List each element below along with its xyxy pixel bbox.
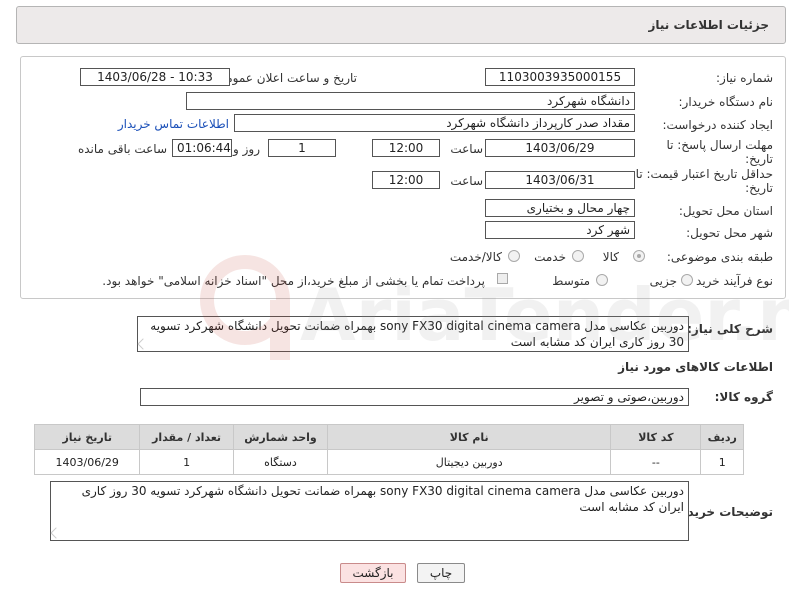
col-name: نام کالا <box>327 424 612 450</box>
description-text: دوربین عکاسی مدل sony FX30 digital cinem… <box>150 319 684 349</box>
category-goods-service-label: کالا/خدمت <box>449 250 502 264</box>
goods-table: ردیف کد کالا نام کالا واحد شمارش تعداد /… <box>33 424 744 475</box>
treasury-payment-checkbox[interactable] <box>497 273 508 284</box>
back-button[interactable]: بازگشت <box>340 563 406 583</box>
deadline-label: مهلت ارسال پاسخ: تا <box>666 138 773 152</box>
buyer-notes-textarea[interactable]: دوربین عکاسی مدل sony FX30 digital cinem… <box>50 481 689 541</box>
cell-qty: 1 <box>139 449 234 475</box>
cell-row: 1 <box>700 449 744 475</box>
remaining-label: ساعت باقی مانده <box>77 142 167 156</box>
days-remaining-field[interactable]: 1 <box>268 139 336 157</box>
deadline-time-label: ساعت <box>450 142 483 156</box>
col-qty: تعداد / مقدار <box>139 424 234 450</box>
cell-date: 1403/06/29 <box>33 449 141 475</box>
goods-group-label: گروه کالا: <box>714 390 773 404</box>
announce-label: تاریخ و ساعت اعلان عمومی: <box>212 71 357 85</box>
province-field[interactable]: چهار محال و بختیاری <box>485 199 635 217</box>
validity-date-label: تاریخ: <box>745 181 773 195</box>
goods-table-header: ردیف کد کالا نام کالا واحد شمارش تعداد /… <box>33 424 744 450</box>
description-textarea[interactable]: دوربین عکاسی مدل sony FX30 digital cinem… <box>137 316 689 352</box>
page-header: جزئیات اطلاعات نیاز <box>16 6 786 44</box>
process-medium-radio[interactable] <box>596 274 608 286</box>
buyer-org-field[interactable]: دانشگاه شهرکرد <box>186 92 635 110</box>
buyer-org-label: نام دستگاه خریدار: <box>678 95 774 109</box>
deadline-time-field[interactable]: 12:00 <box>372 139 440 157</box>
cell-unit: دستگاه <box>232 449 329 475</box>
days-label: روز و <box>233 142 260 156</box>
deadline-date-label: تاریخ: <box>745 152 773 166</box>
category-service-radio[interactable] <box>572 250 584 262</box>
validity-time-label: ساعت <box>450 174 483 188</box>
col-code: کد کالا <box>610 424 702 450</box>
buyer-notes-text: دوربین عکاسی مدل sony FX30 digital cinem… <box>81 484 684 514</box>
col-row: ردیف <box>700 424 744 450</box>
process-medium-label: متوسط <box>552 274 590 288</box>
requester-field[interactable]: مقداد صدر کارپرداز دانشگاه شهرکرد <box>234 114 635 132</box>
category-goods-radio[interactable] <box>633 250 645 262</box>
goods-table-wrap: ردیف کد کالا نام کالا واحد شمارش تعداد /… <box>33 424 744 475</box>
remaining-time-field[interactable]: 01:06:44 <box>172 139 232 157</box>
description-label: شرح کلی نیاز: <box>687 322 773 336</box>
category-goods-service-radio[interactable] <box>508 250 520 262</box>
goods-group-field[interactable]: دوربین،صوتی و تصویر <box>140 388 689 406</box>
process-minor-label: جزیی <box>649 274 677 288</box>
table-row[interactable]: 1 -- دوربین دیجیتال دستگاه 1 1403/06/29 <box>33 449 744 475</box>
print-button[interactable]: چاپ <box>417 563 465 583</box>
validity-time-field[interactable]: 12:00 <box>372 171 440 189</box>
buyer-contact-link[interactable]: اطلاعات تماس خریدار <box>118 117 229 131</box>
deadline-date-field[interactable]: 1403/06/29 <box>485 139 635 157</box>
col-unit: واحد شمارش <box>232 424 329 450</box>
cell-code: -- <box>610 449 702 475</box>
announce-datetime-field[interactable]: 1403/06/28 - 10:33 <box>80 68 230 86</box>
validity-label: حداقل تاریخ اعتبار قیمت: تا <box>635 167 773 181</box>
treasury-payment-note: پرداخت تمام یا بخشی از مبلغ خرید،از محل … <box>102 274 485 288</box>
col-date: تاریخ نیاز <box>33 424 141 450</box>
category-goods-label: کالا <box>602 250 619 264</box>
validity-date-field[interactable]: 1403/06/31 <box>485 171 635 189</box>
city-field[interactable]: شهر کرد <box>485 221 635 239</box>
need-number-label: شماره نیاز: <box>716 71 773 85</box>
category-label: طبقه بندی موضوعی: <box>666 250 773 264</box>
category-service-label: خدمت <box>534 250 566 264</box>
need-number-field[interactable]: 1103003935000155 <box>485 68 635 86</box>
cell-name: دوربین دیجیتال <box>327 449 612 475</box>
page-title: جزئیات اطلاعات نیاز <box>648 18 769 32</box>
goods-section-title: اطلاعات کالاهای مورد نیاز <box>618 360 773 374</box>
province-label: استان محل تحویل: <box>678 204 773 218</box>
process-minor-radio[interactable] <box>681 274 693 286</box>
city-label: شهر محل تحویل: <box>686 226 773 240</box>
process-label: نوع فرآیند خرید : <box>688 274 773 288</box>
requester-label: ایجاد کننده درخواست: <box>662 118 773 132</box>
